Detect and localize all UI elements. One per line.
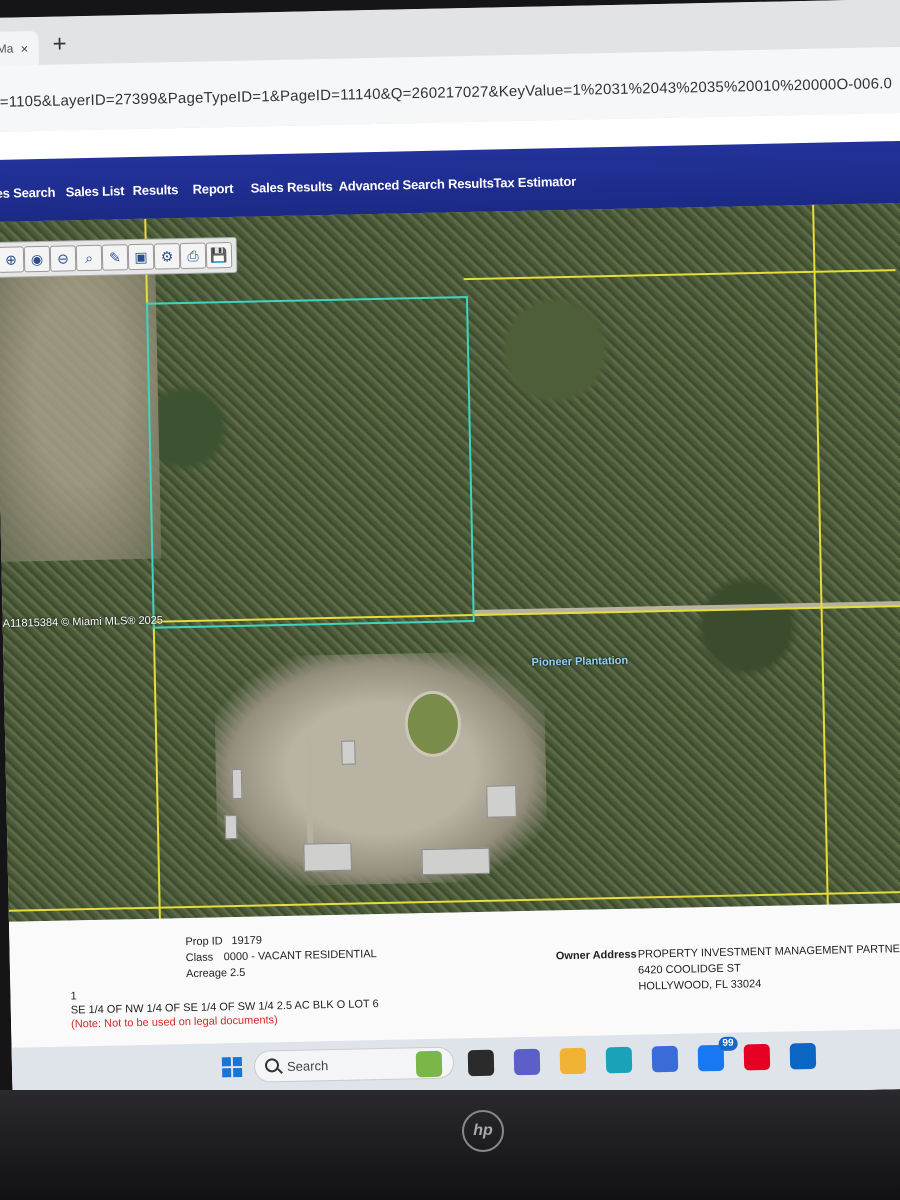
search-placeholder: Search [286,1058,329,1075]
parcel-line [152,624,161,919]
map-place-label: Pioneer Plantation [531,654,629,669]
monitor: Ma × + =1105&LayerID=27399&PageTypeID=1&… [0,0,900,1200]
owner-name: PROPERTY INVESTMENT MANAGEMENT PARTNERS … [637,942,900,961]
mls-watermark: A11815384 © Miami MLS® 2025 [2,614,164,630]
nav-report[interactable]: Report [192,181,233,197]
nav-results[interactable]: Results [132,182,178,198]
prop-id-value: 19179 [231,934,263,948]
legal-note: (Note: Not to be used on legal documents… [70,1014,278,1031]
building [303,842,352,872]
zoom-in-icon[interactable]: ⊕ [0,246,25,273]
building [486,785,517,818]
close-tab-icon[interactable]: × [20,41,28,56]
task-view-icon[interactable] [467,1049,495,1077]
building [421,847,491,876]
aerial-map[interactable]: ⊕ ◉ ⊖ ⌕ ✎ ▣ ⚙ ⎙ 💾 A11815384 © Miami MLS®… [0,202,900,922]
windows-start-icon[interactable] [221,1056,243,1078]
building [224,815,238,840]
linkedin-icon[interactable] [789,1042,817,1070]
select-icon[interactable]: ▣ [127,243,155,271]
camera-icon[interactable]: ◉ [23,245,51,273]
legal-description: SE 1/4 OF NW 1/4 OF SE 1/4 OF SW 1/4 2.5… [70,998,379,1017]
record-index: 1 [70,990,77,1003]
hp-logo: hp [462,1110,504,1152]
owner-street: 6420 COOLIDGE ST [637,962,741,977]
nav-sales-results[interactable]: Sales Results [250,179,332,196]
url-text[interactable]: =1105&LayerID=27399&PageTypeID=1&PageID=… [0,75,892,111]
acreage-label: Acreage [185,967,228,981]
nav-advanced-search-results[interactable]: Advanced Search Results [338,175,493,193]
nav-sales-list[interactable]: Sales List [66,183,125,199]
screen: Ma × + =1105&LayerID=27399&PageTypeID=1&… [0,0,900,1108]
owner-address-label: Owner Address [555,948,637,963]
store-icon[interactable] [651,1045,679,1073]
save-icon[interactable]: 💾 [205,241,233,269]
chat-icon[interactable] [513,1048,541,1076]
homestead-clearing [213,650,549,888]
news-widget-icon[interactable] [415,1050,443,1078]
facebook-icon[interactable]: 99 [697,1036,738,1072]
nav-sales-search[interactable]: es Search [0,185,55,201]
owner-city: HOLLYWOOD, FL 33024 [638,978,762,993]
acreage-value: 2.5 [229,966,246,980]
pencil-icon[interactable]: ✎ [101,244,129,271]
clearing-area [0,268,162,562]
monitor-bezel: hp [0,1090,900,1200]
selected-parcel-outline[interactable] [145,296,475,629]
identify-icon[interactable]: ⚙ [153,243,181,270]
search-icon [264,1058,280,1073]
nav-tax-estimator[interactable]: Tax Estimator [493,174,576,191]
magnifier-icon[interactable]: ⌕ [75,244,103,272]
tab-label: Ma [0,41,14,56]
print-icon[interactable]: ⎙ [179,242,207,270]
pinterest-icon[interactable] [743,1043,771,1071]
building [231,768,243,800]
browser-tab[interactable]: Ma × [0,30,39,66]
file-explorer-icon[interactable] [559,1047,587,1075]
prop-id-label: Prop ID [185,935,223,949]
edge-browser-icon[interactable] [605,1046,633,1074]
parcel-line [463,269,896,281]
new-tab-button[interactable]: + [52,30,67,58]
class-value: 0000 - VACANT RESIDENTIAL [223,948,377,964]
class-label: Class [185,951,214,965]
notification-badge: 99 [718,1036,738,1051]
map-toolbar: ⊕ ◉ ⊖ ⌕ ✎ ▣ ⚙ ⎙ 💾 [0,236,238,278]
web-page: es Search Sales List Results Report Sale… [0,112,900,1108]
building [341,740,356,765]
parcel-line [812,204,829,905]
zoom-out-icon[interactable]: ⊖ [49,245,77,272]
